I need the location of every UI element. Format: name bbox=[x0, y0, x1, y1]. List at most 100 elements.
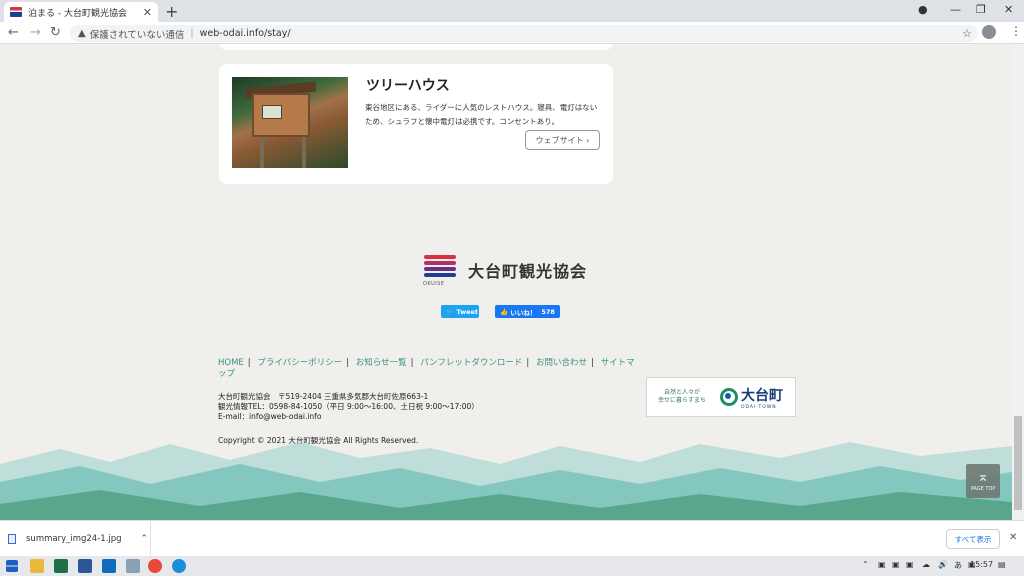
org-address: 大台町観光協会 〒519-2404 三重県多気郡大台町佐原663-1 観光情報T… bbox=[218, 392, 479, 422]
forward-button[interactable]: → bbox=[30, 25, 41, 40]
org-logo[interactable]: OKUISE bbox=[423, 255, 457, 289]
banner-tagline: 自然と人々が 幸せに暮らすまち bbox=[647, 389, 717, 405]
browser-tab[interactable]: 泊まる - 大台町観光協会 ✕ bbox=[4, 2, 158, 22]
footer-link-home[interactable]: HOME bbox=[218, 358, 244, 368]
like-label: いいね！ bbox=[510, 308, 537, 317]
page-top-label: PAGE TOP bbox=[970, 486, 996, 492]
page-scrollbar[interactable] bbox=[1012, 44, 1024, 520]
tray-chevron-icon[interactable]: ⌃ bbox=[862, 560, 869, 569]
clock[interactable]: 15:57 bbox=[970, 560, 993, 569]
twitter-bird-icon: 🐦 bbox=[446, 307, 455, 316]
volume-icon[interactable]: 🔊 bbox=[938, 560, 948, 569]
link-separator: | bbox=[526, 358, 530, 368]
notification-icon[interactable]: ▤ bbox=[998, 560, 1006, 569]
restore-button[interactable]: ❐ bbox=[976, 3, 986, 16]
listing-name: ツリーハウス bbox=[366, 78, 450, 94]
phone-line: 観光情報TEL：0598-84-1050（平日 9:00～16:00、土日祝 9… bbox=[218, 402, 479, 411]
downloads-bar: summary_img24-1.jpg ⌃ すべて表示 ✕ bbox=[0, 520, 1024, 557]
address-line: 大台町観光協会 〒519-2404 三重県多気郡大台町佐原663-1 bbox=[218, 392, 429, 401]
app-icon[interactable] bbox=[126, 559, 140, 573]
tab-title: 泊まる - 大台町観光協会 bbox=[28, 8, 127, 19]
download-item[interactable]: summary_img24-1.jpg ⌃ bbox=[8, 530, 148, 548]
link-separator: | bbox=[410, 358, 414, 368]
logo-stripe bbox=[424, 273, 456, 277]
favicon-icon bbox=[10, 7, 22, 17]
website-button[interactable]: ウェブサイト › bbox=[525, 130, 600, 150]
toolbar: ← → ↻ ▲ 保護されていない通信 | web-odai.info/stay/… bbox=[0, 22, 1024, 44]
facebook-like-button[interactable]: 👍 いいね！ 578 bbox=[495, 305, 560, 318]
downloads-divider bbox=[150, 521, 151, 557]
network-icon[interactable]: ☁ bbox=[922, 560, 930, 569]
security-status[interactable]: 保護されていない通信 bbox=[90, 27, 185, 41]
photo-window bbox=[262, 105, 282, 119]
page-viewport: ツリーハウス 東谷地区にある、ライダーに人気のレストハウス。寝具、電灯はないため… bbox=[0, 44, 1012, 520]
listing-card: ツリーハウス 東谷地区にある、ライダーに人気のレストハウス。寝具、電灯はないため… bbox=[219, 64, 613, 184]
listing-photo bbox=[232, 77, 348, 168]
file-explorer-icon[interactable] bbox=[30, 559, 44, 573]
bookmark-star-icon[interactable]: ☆ bbox=[962, 27, 972, 40]
logo-stripe bbox=[424, 267, 456, 271]
downloads-close-icon[interactable]: ✕ bbox=[1009, 532, 1017, 543]
excel-icon[interactable] bbox=[54, 559, 68, 573]
footer-link-contact[interactable]: お問い合わせ bbox=[536, 358, 587, 368]
tray-app-icon[interactable]: ▣ bbox=[878, 560, 886, 569]
logo-subtext: OKUISE bbox=[423, 281, 445, 287]
odai-town-banner[interactable]: 自然と人々が 幸せに暮らすまち 大台町 ODAI-TOWN bbox=[646, 377, 796, 417]
chrome-icon[interactable] bbox=[148, 559, 162, 573]
footer-link-privacy[interactable]: プライバシーポリシー bbox=[257, 358, 342, 368]
outlook-icon[interactable] bbox=[102, 559, 116, 573]
file-icon bbox=[8, 534, 16, 544]
account-avatar-icon[interactable] bbox=[982, 25, 996, 39]
email-line: E-mail：info@web-odai.info bbox=[218, 412, 322, 421]
previous-listing-card bbox=[219, 44, 613, 50]
new-tab-button[interactable]: + bbox=[165, 2, 178, 21]
windows-start-icon[interactable] bbox=[6, 560, 18, 572]
address-bar[interactable]: ▲ 保護されていない通信 | web-odai.info/stay/ ☆ bbox=[70, 25, 978, 42]
windows-taskbar: ⌃ ▣ ▣ ▣ ☁ 🔊 あ ▣ 15:57 ▤ bbox=[0, 556, 1024, 576]
footer-nav: HOME | プライバシーポリシー | お知らせ一覧 | パンフレットダウンロード | … bbox=[218, 358, 638, 380]
url-text[interactable]: web-odai.info/stay/ bbox=[200, 28, 291, 39]
tweet-button[interactable]: 🐦 Tweet bbox=[441, 305, 479, 318]
town-emblem-icon bbox=[720, 388, 738, 406]
thumbs-up-icon: 👍 bbox=[500, 307, 509, 316]
banner-town-sub: ODAI-TOWN bbox=[741, 404, 777, 410]
arrow-up-icon: ⌅ bbox=[977, 469, 989, 485]
like-count: 578 bbox=[541, 307, 555, 316]
download-filename: summary_img24-1.jpg bbox=[26, 534, 122, 544]
tab-close-icon[interactable]: ✕ bbox=[143, 6, 152, 19]
tweet-label: Tweet bbox=[456, 307, 479, 316]
banner-town-name: 大台町 bbox=[741, 387, 783, 404]
address-separator: | bbox=[190, 28, 194, 39]
ime-indicator[interactable]: あ bbox=[954, 560, 962, 571]
banner-town-block: 大台町 ODAI-TOWN bbox=[741, 385, 783, 410]
minimize-button[interactable]: — bbox=[950, 3, 961, 16]
tray-app-icon[interactable]: ▣ bbox=[906, 560, 914, 569]
word-icon[interactable] bbox=[78, 559, 92, 573]
mountain-illustration bbox=[0, 442, 1012, 520]
link-separator: | bbox=[590, 358, 594, 368]
scrollbar-thumb[interactable] bbox=[1014, 416, 1022, 510]
photo-post bbox=[302, 137, 306, 168]
page-top-button[interactable]: ⌅ PAGE TOP bbox=[966, 464, 1000, 498]
edge-icon[interactable] bbox=[172, 559, 186, 573]
show-all-button[interactable]: すべて表示 bbox=[946, 529, 1000, 549]
listing-description: 東谷地区にある、ライダーに人気のレストハウス。寝具、電灯はないため、シュラフと懐… bbox=[365, 103, 598, 126]
menu-kebab-icon[interactable]: ⋮ bbox=[1010, 24, 1022, 38]
tab-strip: 泊まる - 大台町観光協会 ✕ + ● — ❐ ✕ bbox=[0, 0, 1024, 22]
banner-tagline-line: 自然と人々が bbox=[663, 389, 700, 396]
photo-post bbox=[260, 137, 264, 168]
window-close-button[interactable]: ✕ bbox=[1004, 3, 1013, 16]
logo-stripe bbox=[424, 255, 456, 259]
banner-tagline-line: 幸せに暮らすまち bbox=[658, 397, 706, 404]
warning-icon[interactable]: ▲ bbox=[78, 28, 86, 39]
back-button[interactable]: ← bbox=[8, 25, 19, 40]
logo-stripe bbox=[424, 261, 456, 265]
org-name[interactable]: 大台町観光協会 bbox=[468, 258, 587, 282]
profile-indicator-icon[interactable]: ● bbox=[918, 3, 928, 16]
tray-app-icon[interactable]: ▣ bbox=[892, 560, 900, 569]
footer-link-pamphlet[interactable]: パンフレットダウンロード bbox=[420, 358, 522, 368]
reload-button[interactable]: ↻ bbox=[50, 25, 61, 40]
footer-link-news[interactable]: お知らせ一覧 bbox=[356, 358, 407, 368]
chevron-up-icon[interactable]: ⌃ bbox=[140, 534, 148, 544]
link-separator: | bbox=[247, 358, 251, 368]
